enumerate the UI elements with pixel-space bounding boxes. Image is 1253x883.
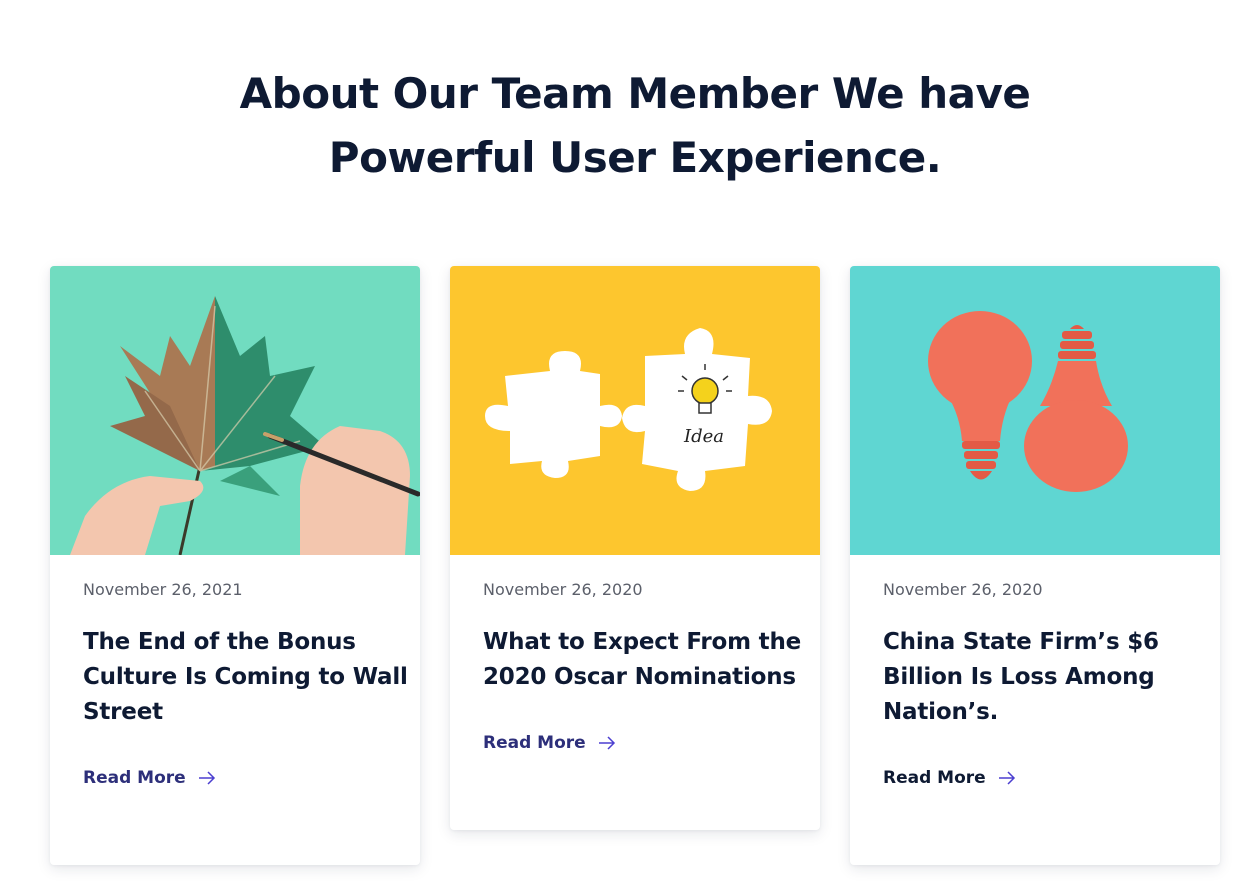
post-date: November 26, 2020 [883,580,1043,599]
read-more-link[interactable]: Read More [883,768,1016,788]
card-body: November 26, 2021 The End of the Bonus C… [50,555,420,788]
post-title[interactable]: The End of the Bonus Culture Is Coming t… [83,625,413,730]
read-more-link[interactable]: Read More [83,768,216,788]
post-date: November 26, 2021 [83,580,243,599]
card-body: November 26, 2020 What to Expect From th… [450,555,820,753]
section-heading-line-1: About Our Team Member We have [239,69,1031,118]
blog-card: Idea November 26, 2020 What to Expect Fr… [450,266,820,830]
post-date: November 26, 2020 [483,580,643,599]
section-heading: About Our Team Member We have Powerful U… [0,62,1253,190]
idea-text: Idea [683,426,724,447]
leaf-painting-image[interactable] [50,266,420,555]
blog-card: November 26, 2020 China State Firm’s $6 … [850,266,1220,865]
puzzle-idea-image[interactable]: Idea [450,266,820,555]
read-more-link[interactable]: Read More [483,733,616,753]
section-heading-line-2: Powerful User Experience. [328,133,942,182]
read-more-label: Read More [483,733,586,753]
blog-card: November 26, 2021 The End of the Bonus C… [50,266,420,865]
post-title[interactable]: China State Firm’s $6 Billion Is Loss Am… [883,625,1213,730]
post-title[interactable]: What to Expect From the 2020 Oscar Nomin… [483,625,813,695]
red-lightbulbs-image[interactable] [850,266,1220,555]
arrow-right-icon [198,771,216,785]
read-more-label: Read More [883,768,986,788]
read-more-label: Read More [83,768,186,788]
arrow-right-icon [598,736,616,750]
arrow-right-icon [998,771,1016,785]
card-body: November 26, 2020 China State Firm’s $6 … [850,555,1220,788]
